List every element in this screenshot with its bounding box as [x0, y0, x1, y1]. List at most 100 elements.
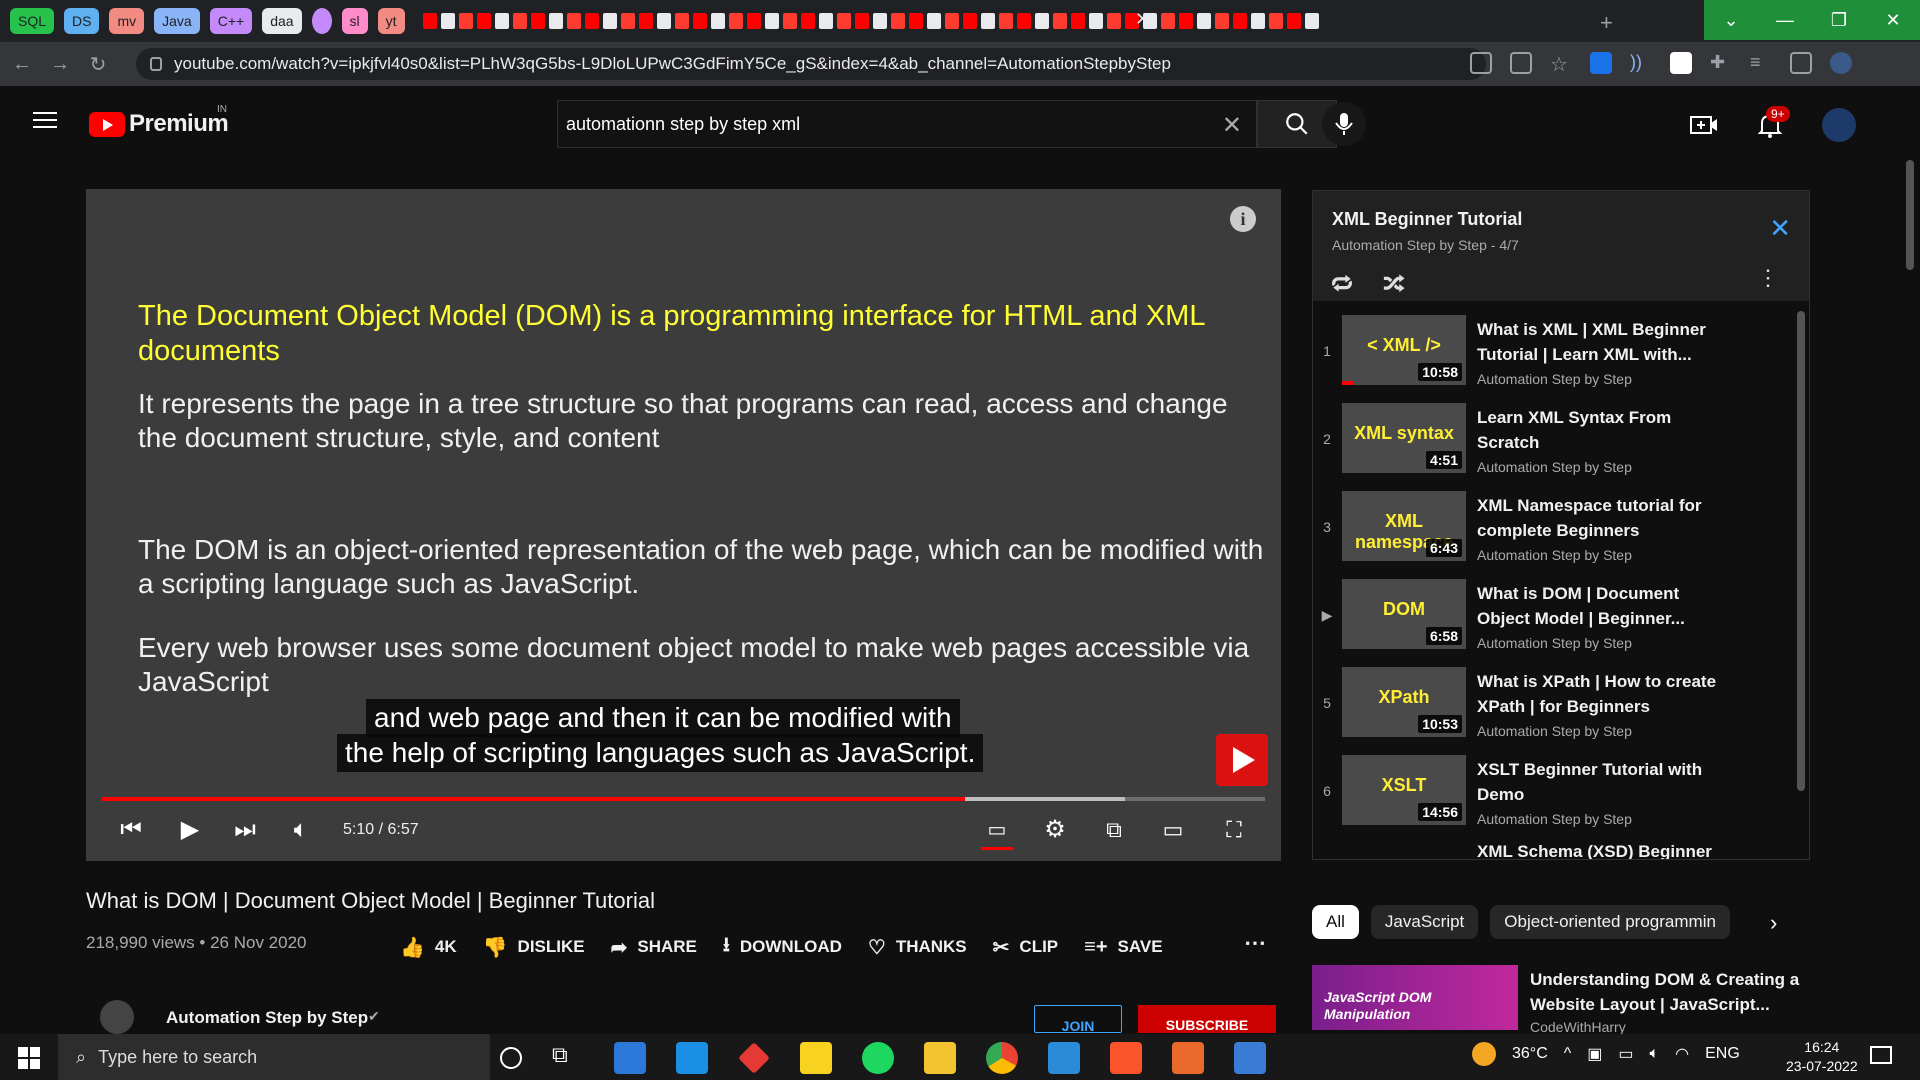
playlist-video-title[interactable]: Learn XML Syntax From Scratch: [1477, 405, 1727, 455]
pinned-tab[interactable]: sl: [341, 8, 368, 34]
store-icon[interactable]: [614, 1042, 646, 1074]
youtube-logo[interactable]: Premium IN: [89, 104, 229, 138]
playlist-video-title[interactable]: What is XML | XML Beginner Tutorial | Le…: [1477, 317, 1727, 367]
tab-favicon[interactable]: [818, 13, 833, 29]
tab-favicon[interactable]: [944, 13, 959, 29]
progress-bar[interactable]: [102, 797, 1265, 801]
tab-search-button[interactable]: ⌄: [1704, 0, 1758, 40]
playlist-item[interactable]: 2 XML syntax 4:51 Learn XML Syntax From Scr…: [1313, 401, 1793, 481]
tab-favicon[interactable]: [1034, 13, 1049, 29]
playlist-thumbnail[interactable]: XPath 10:53: [1342, 667, 1466, 737]
tab-favicon[interactable]: [440, 13, 455, 29]
tab-favicon[interactable]: [998, 13, 1013, 29]
share-page-icon[interactable]: [1510, 52, 1532, 74]
playlist-title[interactable]: XML Beginner Tutorial: [1332, 209, 1522, 230]
show-hidden-icons[interactable]: ^: [1564, 1045, 1572, 1063]
weather-temperature[interactable]: 36°C: [1512, 1045, 1548, 1063]
playlist-item[interactable]: 6 XSLT 14:56 XSLT Beginner Tutorial with De…: [1313, 753, 1793, 833]
new-tab-button[interactable]: +: [1600, 10, 1613, 36]
pinned-tab[interactable]: C++: [209, 8, 253, 34]
spotify-icon[interactable]: [862, 1042, 894, 1074]
tab-favicon[interactable]: [926, 13, 941, 29]
tab-favicon[interactable]: [890, 13, 905, 29]
restore-button[interactable]: ❐: [1812, 0, 1866, 40]
thumbs-down-button[interactable]: 👎 DISLIKE: [483, 935, 585, 960]
volume-icon[interactable]: 🔈︎: [1650, 1045, 1660, 1063]
miniplayer-icon[interactable]: ⧉: [1099, 815, 1129, 845]
tab-favicon[interactable]: [1088, 13, 1103, 29]
pinned-tab[interactable]: DS: [64, 8, 100, 34]
pinned-tab[interactable]: Java: [154, 8, 200, 34]
pinned-tab[interactable]: SQL: [10, 8, 55, 34]
recommended-thumbnail[interactable]: JavaScript DOM Manipulation: [1312, 965, 1518, 1030]
search-query[interactable]: automationn step by step xml: [566, 114, 800, 135]
sticky-notes-icon[interactable]: [800, 1042, 832, 1074]
next-video-icon[interactable]: ⏭: [230, 815, 260, 845]
info-icon[interactable]: i: [1230, 206, 1256, 232]
playlist-thumbnail[interactable]: XML namespace 6:43: [1342, 491, 1466, 561]
menu-icon[interactable]: [33, 112, 57, 130]
tab-favicon[interactable]: [1178, 13, 1193, 29]
notification-center-icon[interactable]: [1870, 1046, 1892, 1064]
subtitles-icon[interactable]: ▭: [982, 815, 1012, 845]
windows-start-icon[interactable]: [18, 1047, 40, 1069]
tab-favicon[interactable]: [1070, 13, 1085, 29]
filter-chip[interactable]: All: [1312, 905, 1359, 939]
loop-icon[interactable]: 🔁︎: [1331, 267, 1353, 299]
settings-gear-icon[interactable]: ⚙: [1040, 815, 1070, 845]
extension-b-icon[interactable]: [1670, 52, 1692, 74]
voice-search-button[interactable]: [1322, 102, 1366, 146]
tab-favicon[interactable]: [602, 13, 617, 29]
tab-favicon[interactable]: [548, 13, 563, 29]
extension-s-icon[interactable]: [1590, 52, 1612, 74]
fullscreen-icon[interactable]: ⛶: [1219, 815, 1249, 845]
tab-favicon[interactable]: [764, 13, 779, 29]
minimize-button[interactable]: —: [1758, 0, 1812, 40]
cortana-icon[interactable]: [500, 1047, 522, 1069]
filter-chip[interactable]: JavaScript: [1370, 905, 1479, 939]
tab-favicon[interactable]: [620, 13, 635, 29]
network-icon[interactable]: ▣: [1587, 1044, 1602, 1064]
app-diamond-icon[interactable]: [738, 1042, 770, 1074]
chrome-icon[interactable]: [986, 1042, 1018, 1074]
tab-favicon[interactable]: [638, 13, 653, 29]
extension-read-aloud-icon[interactable]: )): [1630, 52, 1652, 74]
pinned-tab[interactable]: daa: [262, 8, 302, 34]
tab-favicon[interactable]: [782, 13, 797, 29]
tab-favicon[interactable]: [494, 13, 509, 29]
playlist-video-title[interactable]: XML Schema (XSD) Beginner: [1477, 839, 1727, 859]
join-button[interactable]: JOIN: [1034, 1005, 1122, 1033]
tab-favicon[interactable]: [1106, 13, 1121, 29]
wifi-icon[interactable]: ◠: [1675, 1044, 1689, 1064]
pinned-tab[interactable]: mv: [109, 8, 145, 34]
tab-favicon[interactable]: [512, 13, 527, 29]
tab-favicon[interactable]: [836, 13, 851, 29]
tab-favicon[interactable]: [1160, 13, 1175, 29]
playlist-video-title[interactable]: What is DOM | Document Object Model | Be…: [1477, 581, 1727, 631]
account-avatar[interactable]: [1822, 108, 1856, 142]
subscribe-button[interactable]: SUBSCRIBE: [1138, 1005, 1276, 1033]
thumbs-up-button[interactable]: 👍 4K: [400, 935, 457, 960]
playlist-video-title[interactable]: What is XPath | How to create XPath | fo…: [1477, 669, 1727, 719]
photos-icon[interactable]: [1234, 1042, 1266, 1074]
recommended-title[interactable]: Understanding DOM & Creating a Website L…: [1530, 967, 1800, 1017]
tab-favicon[interactable]: [746, 13, 761, 29]
mail-icon[interactable]: [676, 1042, 708, 1074]
tab-favicon[interactable]: [872, 13, 887, 29]
filter-chip[interactable]: Object-oriented programmin: [1490, 905, 1730, 939]
tab-favicon[interactable]: [980, 13, 995, 29]
tab-favicon[interactable]: [674, 13, 689, 29]
save-button[interactable]: ≡+ SAVE: [1084, 936, 1162, 959]
playlist-video-title[interactable]: XML Namespace tutorial for complete Begi…: [1477, 493, 1727, 543]
tab-favicon[interactable]: [1232, 13, 1247, 29]
playlist-item[interactable]: 3 XML namespace 6:43 XML Namespace tutorial…: [1313, 489, 1793, 569]
close-tab-icon[interactable]: ✕: [1135, 9, 1150, 30]
profile-avatar[interactable]: [1830, 52, 1852, 74]
brave-icon[interactable]: [1110, 1042, 1142, 1074]
playlist-thumbnail[interactable]: DOM 6:58: [1342, 579, 1466, 649]
theater-mode-icon[interactable]: ▭: [1158, 815, 1188, 845]
task-view-icon[interactable]: ⧉: [552, 1042, 584, 1074]
tab-favicon[interactable]: [800, 13, 815, 29]
open-in-app-icon[interactable]: [1470, 52, 1492, 74]
taskbar-clock[interactable]: 16:24 23-07-2022: [1786, 1038, 1858, 1076]
